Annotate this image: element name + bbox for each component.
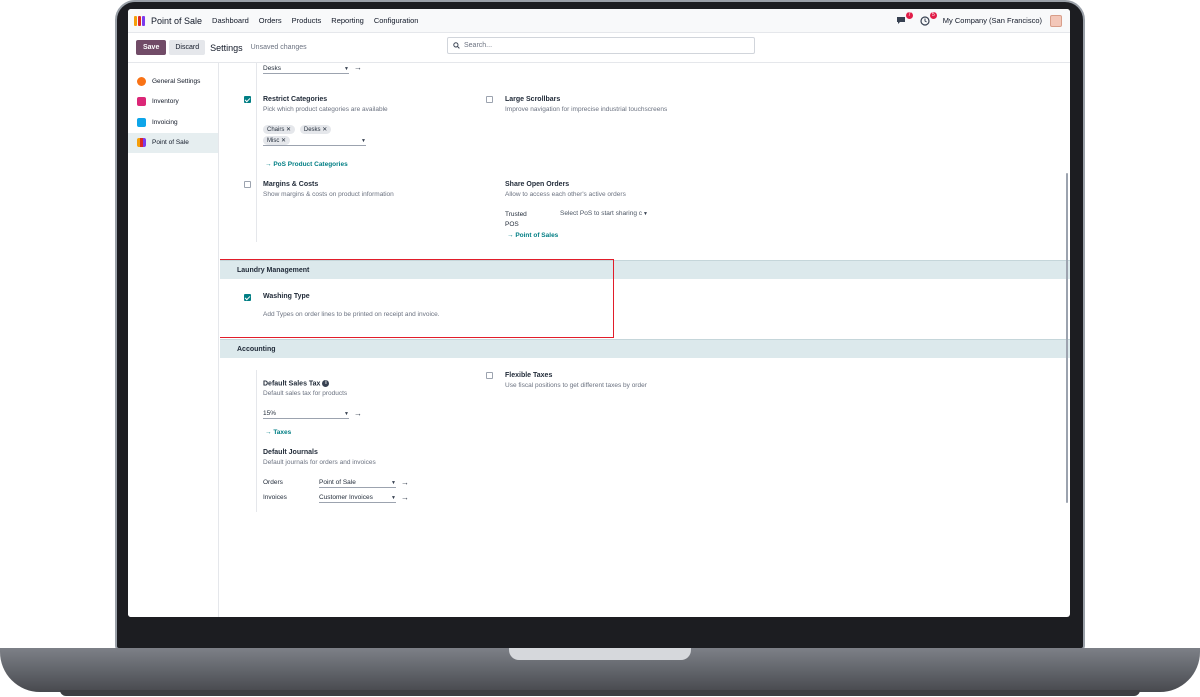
setting-desc: Default sales tax for products: [263, 390, 348, 398]
company-switcher[interactable]: My Company (San Francisco): [943, 16, 1042, 25]
menu-dashboard[interactable]: Dashboard: [212, 16, 249, 25]
menu-configuration[interactable]: Configuration: [374, 16, 419, 25]
restrict-categories-setting: Restrict Categories Pick which product c…: [263, 96, 388, 113]
point-of-sales-link[interactable]: → Point of Sales: [507, 232, 558, 239]
arrow-right-icon[interactable]: →: [401, 478, 409, 487]
scrollbar[interactable]: [1066, 173, 1068, 503]
activities-badge: 5: [930, 11, 937, 19]
trusted-pos-label: Trusted POS: [505, 211, 527, 228]
user-avatar[interactable]: [1050, 14, 1062, 27]
setting-title: Default Sales Tax i: [263, 380, 347, 387]
orders-journal-select[interactable]: Point of Sale ▼: [319, 479, 396, 488]
messages-icon[interactable]: 7: [895, 11, 913, 26]
tag-chairs[interactable]: Chairs ✕: [263, 125, 296, 134]
sidebar-item-label: Point of Sale: [152, 139, 189, 147]
trusted-pos-select[interactable]: Select PoS to start sharing c ▼: [560, 210, 648, 217]
category-tags[interactable]: Chairs ✕ Desks ✕ Misc ✕ ▼: [263, 125, 368, 146]
setting-title: Flexible Taxes: [505, 372, 553, 379]
menu-reporting[interactable]: Reporting: [331, 16, 364, 25]
desks-select[interactable]: Desks ▼: [263, 65, 349, 74]
invoices-journal-value: Customer Invoices: [319, 494, 373, 501]
accounting-header: Accounting: [220, 339, 1070, 358]
info-icon[interactable]: i: [322, 380, 330, 387]
large-scrollbars-setting: Large Scrollbars Improve navigation for …: [505, 96, 667, 113]
search-icon: [453, 42, 460, 49]
highlight-box: [220, 259, 614, 338]
save-button[interactable]: Save: [136, 40, 167, 55]
search-placeholder: Search...: [464, 42, 493, 49]
flexible-taxes-setting: Flexible Taxes Use fiscal positions to g…: [505, 372, 647, 389]
large-scrollbars-checkbox[interactable]: [486, 96, 493, 103]
margins-costs-checkbox[interactable]: [244, 181, 251, 188]
taxes-link[interactable]: → Taxes: [265, 429, 291, 436]
desks-select-value: Desks: [263, 65, 282, 72]
flexible-taxes-checkbox[interactable]: [486, 372, 493, 379]
orders-label: Orders: [263, 479, 283, 486]
control-panel: Save Discard Settings Unsaved changes Se…: [128, 33, 1070, 63]
setting-title: Restrict Categories: [263, 96, 328, 103]
chevron-down-icon: ▼: [344, 410, 349, 417]
sidebar-item-label: Inventory: [152, 98, 179, 106]
point-of-sale-icon: [137, 138, 146, 148]
setting-desc: Improve navigation for imprecise industr…: [505, 106, 668, 113]
discard-button[interactable]: Discard: [169, 40, 206, 55]
sidebar-item-point-of-sale[interactable]: Point of Sale: [128, 132, 218, 153]
setting-title: Share Open Orders: [505, 181, 570, 188]
menu-products[interactable]: Products: [292, 16, 322, 25]
orders-journal-value: Point of Sale: [319, 479, 356, 486]
laptop-screen: Point of Sale Dashboard Orders Products …: [128, 9, 1070, 617]
arrow-right-icon[interactable]: →: [354, 409, 362, 418]
setting-desc: Show margins & costs on product informat…: [263, 191, 394, 198]
sidebar-item-general-settings[interactable]: General Settings: [128, 71, 218, 92]
top-navbar: Point of Sale Dashboard Orders Products …: [128, 9, 1070, 33]
arrow-right-icon[interactable]: →: [354, 63, 362, 72]
activity-clock-icon[interactable]: 5: [919, 11, 937, 26]
app-name[interactable]: Point of Sale: [151, 16, 202, 26]
search-input[interactable]: Search...: [447, 37, 755, 54]
invoices-label: Invoices: [263, 494, 287, 501]
sales-tax-value: 15%: [263, 410, 277, 417]
chevron-down-icon: ▼: [391, 479, 396, 486]
trusted-pos-placeholder: Select PoS to start sharing c: [560, 210, 643, 217]
menu-orders[interactable]: Orders: [259, 16, 282, 25]
invoices-journal-select[interactable]: Customer Invoices ▼: [319, 494, 396, 503]
setting-desc: Use fiscal positions to get different ta…: [505, 382, 647, 389]
chevron-down-icon: ▼: [344, 65, 349, 72]
settings-main: Desks ▼ → Restrict Categories Pick which…: [220, 63, 1070, 617]
navbar-systray: 7 5 My Company (San Francisco): [895, 11, 1062, 27]
arrow-right-icon[interactable]: →: [401, 493, 409, 502]
sales-tax-select[interactable]: 15% ▼: [263, 410, 349, 419]
inventory-icon: [137, 97, 146, 107]
laptop-foot: [60, 690, 1140, 696]
tag-misc[interactable]: Misc ✕: [263, 136, 291, 145]
default-journals-setting: Default Journals Default journals for or…: [263, 449, 376, 466]
sidebar-item-invoicing[interactable]: Invoicing: [128, 112, 218, 133]
setting-desc: Pick which product categories are availa…: [263, 106, 388, 113]
setting-desc: Allow to access each other's active orde…: [505, 191, 626, 198]
pos-product-categories-link[interactable]: → PoS Product Categories: [265, 161, 348, 168]
setting-title: Margins & Costs: [263, 181, 319, 188]
tag-desks[interactable]: Desks ✕: [299, 125, 332, 134]
sidebar-item-label: General Settings: [152, 77, 201, 85]
page-title: Settings: [210, 42, 243, 53]
setting-title: Default Journals: [263, 449, 318, 456]
setting-desc: Default journals for orders and invoices: [263, 459, 376, 466]
setting-title: Large Scrollbars: [505, 96, 561, 103]
default-sales-tax-setting: Default Sales Tax i Default sales tax fo…: [263, 380, 347, 397]
messages-badge: 7: [906, 11, 913, 19]
sidebar-item-inventory[interactable]: Inventory: [128, 92, 218, 113]
chevron-down-icon: ▼: [643, 210, 648, 217]
pos-app-icon[interactable]: [134, 15, 146, 26]
invoicing-icon: [137, 117, 146, 127]
settings-sidebar: General Settings Inventory Invoicing Poi…: [128, 63, 219, 617]
sidebar-item-label: Invoicing: [152, 118, 178, 126]
margins-costs-setting: Margins & Costs Show margins & costs on …: [263, 181, 394, 198]
restrict-categories-checkbox[interactable]: [244, 96, 251, 103]
general-settings-icon: [137, 76, 146, 86]
chevron-down-icon: ▼: [361, 137, 366, 144]
chevron-down-icon: ▼: [391, 494, 396, 501]
unsaved-status: Unsaved changes: [250, 44, 307, 51]
share-open-orders-setting: Share Open Orders Allow to access each o…: [505, 181, 626, 198]
laptop-notch: [509, 648, 691, 660]
